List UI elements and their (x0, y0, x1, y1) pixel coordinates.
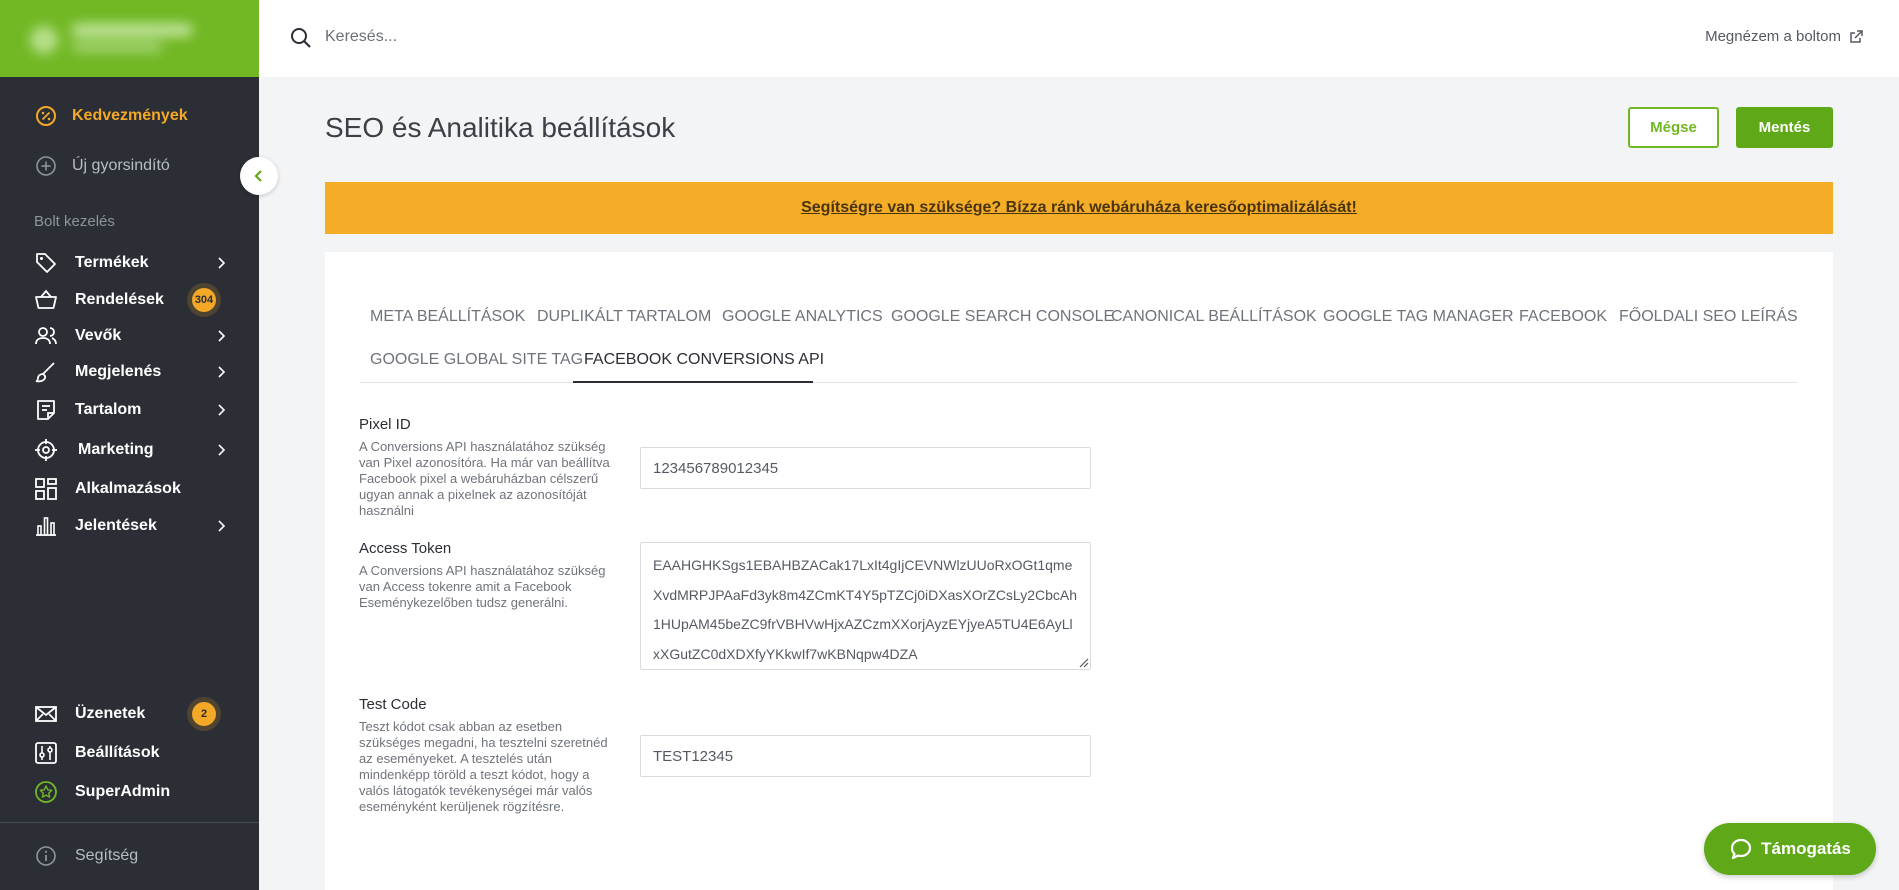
basket-icon (34, 288, 58, 312)
search-icon[interactable] (290, 27, 312, 49)
search-input[interactable] (325, 24, 825, 50)
envelope-icon (34, 702, 58, 726)
sidebar-item-tartalom[interactable]: Tartalom (0, 393, 259, 427)
collapse-sidebar-button[interactable] (240, 157, 278, 195)
star-circle-icon (34, 780, 58, 804)
sidebar-item-label: Jelentések (75, 517, 157, 534)
test-code-help: Teszt kódot csak abban az esetben szüksé… (359, 719, 608, 814)
sidebar-item-uj-gyorsindito[interactable]: Új gyorsindító (0, 149, 259, 183)
chevron-right-icon (218, 330, 226, 342)
sidebar-item-label: SuperAdmin (75, 783, 171, 800)
test-code-label: Test Code (359, 696, 427, 713)
plus-circle-icon (34, 154, 58, 178)
chevron-right-icon (218, 257, 226, 269)
sidebar-item-label: Termékek (75, 254, 149, 271)
tab-canonical-beallitasok[interactable]: CANONICAL BEÁLLÍTÁSOK (1111, 308, 1317, 326)
settings-icon (34, 741, 58, 765)
tab-google-tag-manager[interactable]: GOOGLE TAG MANAGER (1323, 308, 1514, 326)
target-icon (34, 438, 58, 462)
tag-icon (34, 251, 58, 275)
external-link-icon (1850, 29, 1863, 43)
tab-duplikalt-tartalom[interactable]: DUPLIKÁLT TARTALOM (537, 308, 711, 326)
chevron-right-icon (218, 366, 226, 378)
access-token-help: A Conversions API használatához szükség … (359, 563, 606, 610)
tab-fooldali-seo-leiras[interactable]: FŐOLDALI SEO LEÍRÁS (1619, 308, 1798, 326)
sidebar-item-label: Új gyorsindító (72, 157, 170, 174)
chevron-right-icon (218, 444, 226, 456)
seo-help-link[interactable]: Segítségre van szüksége? Bízza ránk webá… (801, 199, 1357, 217)
sidebar-item-beallitasok[interactable]: Beállítások (0, 736, 259, 770)
tab-google-search-console[interactable]: GOOGLE SEARCH CONSOLE (891, 308, 1114, 326)
save-button[interactable]: Mentés (1736, 107, 1833, 148)
sidebar-item-label: Beállítások (75, 744, 160, 761)
sidebar-item-label: Megjelenés (75, 363, 162, 380)
store-logo[interactable] (0, 0, 259, 77)
messages-count-badge: 2 (192, 702, 216, 726)
chevron-right-icon (218, 404, 226, 416)
chevron-right-icon (218, 520, 226, 532)
sidebar-item-kedvezmenyek[interactable]: Kedvezmények (0, 99, 259, 133)
access-token-label: Access Token (359, 540, 452, 557)
sidebar-item-label: Tartalom (75, 401, 142, 418)
tab-google-global-site-tag[interactable]: GOOGLE GLOBAL SITE TAG (370, 351, 583, 369)
sidebar-divider (0, 822, 259, 823)
resize-handle-icon[interactable] (1077, 656, 1089, 668)
access-token-textarea[interactable]: EAAHGHKSgs1EBAHBZACak17LxIt4gIjCEVNWlzUU… (640, 542, 1091, 670)
sidebar-item-label: Rendelések (75, 291, 164, 308)
active-tab-indicator (573, 381, 813, 383)
sidebar-item-label: Kedvezmények (72, 107, 188, 124)
chat-bubble-icon (1731, 838, 1752, 860)
info-icon (34, 844, 58, 868)
sidebar-item-label: Vevők (75, 327, 122, 344)
pixel-id-label: Pixel ID (359, 416, 411, 433)
cancel-button[interactable]: Mégse (1628, 107, 1719, 148)
sidebar-item-jelentesek[interactable]: Jelentések (0, 509, 259, 543)
chevron-left-icon (254, 170, 262, 182)
tab-facebook[interactable]: FACEBOOK (1519, 308, 1607, 326)
tab-facebook-conversions-api[interactable]: FACEBOOK CONVERSIONS API (584, 351, 824, 369)
orders-count-badge: 304 (192, 288, 216, 312)
sidebar-item-label: Üzenetek (75, 705, 146, 722)
sidebar-item-vevok[interactable]: Vevők (0, 319, 259, 353)
test-code-input[interactable] (640, 735, 1091, 777)
sidebar-item-termekek[interactable]: Termékek (0, 246, 259, 280)
sidebar-item-label: Alkalmazások (75, 480, 181, 497)
tab-google-analytics[interactable]: GOOGLE ANALYTICS (722, 308, 883, 326)
tab-meta-beallitasok[interactable]: META BEÁLLÍTÁSOK (370, 308, 525, 326)
sidebar-item-rendelesek[interactable]: Rendelések 304 (0, 283, 259, 317)
support-chat-button[interactable]: Támogatás (1704, 823, 1876, 875)
sidebar-section-label: Bolt kezelés (34, 213, 115, 230)
topbar: Megnézem a boltom (259, 0, 1899, 77)
sidebar-item-uzenetek[interactable]: Üzenetek 2 (0, 697, 259, 731)
pixel-id-help: A Conversions API használatához szükség … (359, 439, 610, 518)
sidebar: Kedvezmények Új gyorsindító Bolt kezelés… (0, 0, 259, 890)
apps-grid-icon (34, 477, 58, 501)
sidebar-item-marketing[interactable]: Marketing (0, 433, 259, 467)
bar-chart-icon (34, 514, 58, 538)
percent-icon (34, 104, 58, 128)
seo-help-banner: Segítségre van szüksége? Bízza ránk webá… (325, 182, 1833, 234)
view-store-label: Megnézem a boltom (1705, 28, 1841, 45)
view-store-link[interactable]: Megnézem a boltom (1705, 28, 1863, 45)
sidebar-item-alkalmazasok[interactable]: Alkalmazások (0, 472, 259, 506)
sidebar-item-label: Segítség (75, 847, 139, 864)
brush-icon (34, 360, 58, 384)
pixel-id-input[interactable] (640, 447, 1091, 489)
page-title: SEO és Analitika beállítások (325, 112, 676, 143)
settings-card: META BEÁLLÍTÁSOK DUPLIKÁLT TARTALOM GOOG… (325, 252, 1833, 890)
sidebar-item-label: Marketing (78, 441, 154, 458)
users-icon (34, 324, 58, 348)
sidebar-item-segitseg[interactable]: Segítség (0, 839, 259, 873)
sidebar-item-superadmin[interactable]: SuperAdmin (0, 775, 259, 809)
document-icon (34, 398, 58, 422)
sidebar-item-megjelenes[interactable]: Megjelenés (0, 355, 259, 389)
support-label: Támogatás (1761, 839, 1851, 858)
